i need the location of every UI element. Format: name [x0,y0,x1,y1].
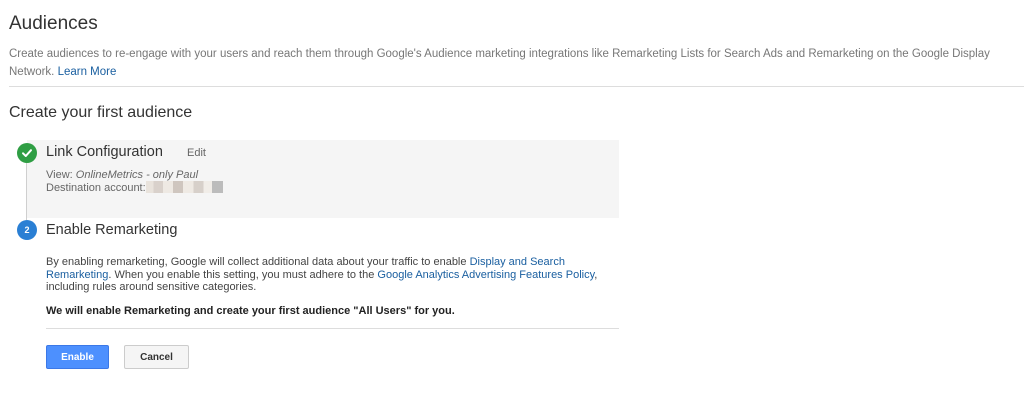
step2-title: Enable Remarketing [46,222,178,238]
step2-summary: We will enable Remarketing and create yo… [46,305,455,317]
enable-button[interactable]: Enable [46,345,109,369]
intro-text: Create audiences to re-engage with your … [9,45,1009,81]
checkmark-glyph [22,149,32,157]
view-label: View: [46,169,73,181]
step2-description: By enabling remarketing, Google will col… [46,256,616,294]
check-icon [17,143,37,163]
step2-text-1: By enabling remarketing, Google will col… [46,256,470,268]
step1-title: Link Configuration [46,144,163,160]
page-title: Audiences [9,13,98,34]
learn-more-link[interactable]: Learn More [58,66,117,78]
redacted-account-id [145,181,223,193]
section-title: Create your first audience [9,104,193,121]
advertising-policy-link[interactable]: Google Analytics Advertising Features Po… [377,269,594,281]
intro-description: Create audiences to re-engage with your … [9,48,990,78]
destination-label: Destination account: [46,182,146,194]
step2-text-2: . When you enable this setting, you must… [108,268,378,281]
edit-link[interactable]: Edit [187,147,206,159]
header-divider [9,86,1024,87]
step1-destination-line: Destination account: [46,181,223,195]
view-value: OnlineMetrics - only Paul [75,169,199,181]
cancel-button[interactable]: Cancel [124,345,189,369]
actions-divider [46,328,619,329]
step-connector-line [26,162,27,220]
step-number-badge: 2 [17,220,37,240]
